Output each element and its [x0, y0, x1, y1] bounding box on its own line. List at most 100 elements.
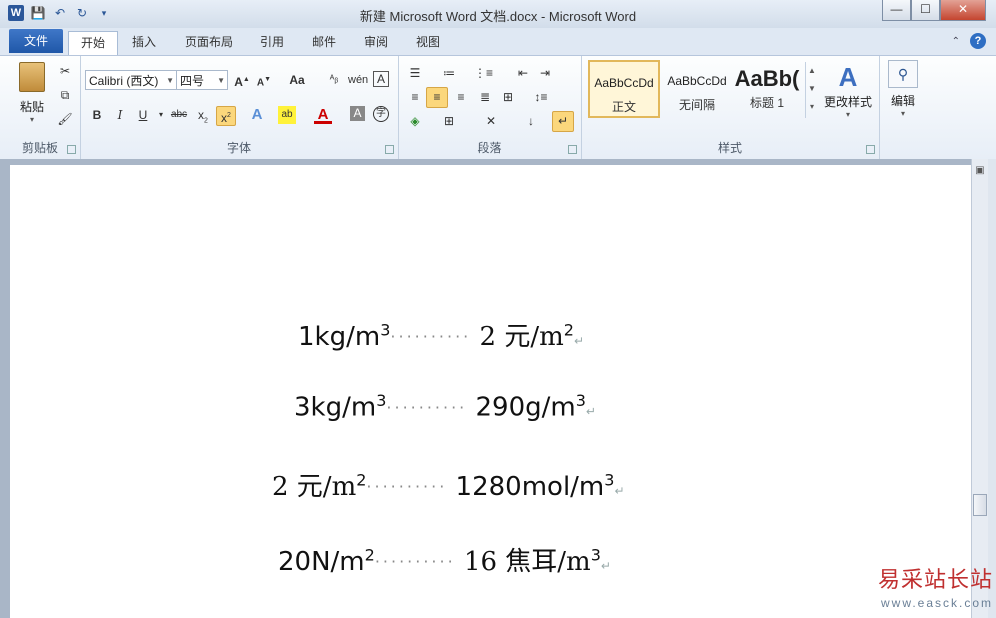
- line-right-sup: 2: [563, 320, 574, 340]
- title-bar: W 💾 ↶ ↻ ▾ 新建 Microsoft Word 文档.docx - Mi…: [0, 0, 996, 28]
- line-left: 3kg/m: [294, 392, 377, 423]
- styles-scroll[interactable]: ▲ ▼ ▾: [805, 62, 818, 118]
- increase-indent-icon[interactable]: ⇥: [536, 64, 554, 82]
- close-button[interactable]: ✕: [940, 0, 986, 21]
- watermark-logo: 易采站长站: [878, 568, 994, 593]
- paragraph-mark: ↵: [585, 404, 596, 419]
- underline-icon[interactable]: U: [134, 106, 152, 124]
- phonetic-guide-icon[interactable]: wén: [348, 71, 368, 89]
- shading-icon[interactable]: ◈: [406, 112, 424, 130]
- leader-dots: ··········: [386, 397, 468, 417]
- maximize-button[interactable]: ☐: [911, 0, 940, 21]
- line-right: 16 焦耳/m: [463, 547, 591, 577]
- style-name: 无间隔: [678, 98, 715, 112]
- ribbon-tabs: 文件 开始 插入 页面布局 引用 邮件 审阅 视图 ⌃ ?: [0, 28, 996, 55]
- group-editing: ⚲ 编辑 ▾: [879, 56, 929, 159]
- decrease-indent-icon[interactable]: ⇤: [514, 64, 532, 82]
- line-left-sup: 2: [356, 470, 367, 490]
- chevron-down-icon: ▾: [900, 109, 905, 118]
- font-launcher-icon[interactable]: [385, 145, 394, 154]
- style-heading-1[interactable]: AaBb( 标题 1: [734, 60, 800, 118]
- show-marks-icon[interactable]: ↵: [552, 111, 574, 132]
- font-color-icon[interactable]: A: [314, 106, 332, 124]
- scrollbar-thumb[interactable]: [973, 494, 987, 516]
- font-size-value: 四号: [180, 74, 205, 88]
- multilevel-list-icon[interactable]: ⋮≡: [474, 64, 493, 82]
- clear-format-icon[interactable]: ᴬᵦ: [325, 71, 343, 89]
- strikethrough-icon[interactable]: abc: [168, 106, 190, 124]
- numbering-icon[interactable]: ≔: [440, 64, 458, 82]
- clipboard-launcher-icon[interactable]: [67, 145, 76, 154]
- group-clipboard: 粘贴 ▾ ✂ ⧉ 🖌 剪贴板: [0, 56, 81, 159]
- bold-icon[interactable]: B: [88, 106, 106, 124]
- format-painter-icon[interactable]: 🖌: [56, 110, 74, 128]
- subscript-icon[interactable]: x2: [194, 106, 212, 124]
- vertical-scrollbar[interactable]: ▣: [971, 159, 989, 618]
- chinese-layout-icon[interactable]: ✕: [482, 112, 500, 130]
- italic-icon[interactable]: I: [111, 106, 129, 124]
- paste-button[interactable]: 粘贴 ▾: [12, 62, 52, 132]
- tab-references[interactable]: 引用: [252, 31, 292, 54]
- tab-mailings[interactable]: 邮件: [304, 31, 344, 54]
- document-page[interactable]: 1kg/m3·········· 2 元/m2↵ 3kg/m3·········…: [10, 165, 971, 618]
- window-right-edge: [988, 159, 996, 618]
- sort-icon[interactable]: ↓: [522, 112, 540, 130]
- align-center-icon[interactable]: ≡: [426, 87, 448, 108]
- styles-launcher-icon[interactable]: [866, 145, 875, 154]
- minimize-button[interactable]: —: [882, 0, 911, 21]
- style-normal[interactable]: AaBbCcDd 正文: [588, 60, 660, 118]
- line-right-sup: 3: [590, 545, 601, 565]
- distributed-icon[interactable]: ⊞: [499, 88, 517, 106]
- char-border-icon[interactable]: A: [373, 71, 389, 87]
- chevron-down-icon: ▼: [166, 76, 174, 85]
- align-right-icon[interactable]: ≡: [452, 88, 470, 106]
- tab-page-layout[interactable]: 页面布局: [176, 31, 242, 54]
- char-shading-icon[interactable]: A: [350, 106, 365, 121]
- document-area: 1kg/m3·········· 2 元/m2↵ 3kg/m3·········…: [0, 159, 971, 618]
- font-size-combo[interactable]: 四号 ▼: [176, 70, 228, 90]
- minimize-ribbon-icon[interactable]: ⌃: [952, 36, 960, 47]
- bullets-icon[interactable]: ☰: [406, 64, 424, 82]
- doc-line-2: 3kg/m3·········· 290g/m3↵: [294, 391, 596, 423]
- text-effects-icon[interactable]: A: [248, 106, 266, 124]
- style-no-spacing[interactable]: AaBbCcDd 无间隔: [661, 60, 733, 118]
- highlight-icon[interactable]: ab: [278, 106, 296, 124]
- change-styles-button[interactable]: A 更改样式 ▾: [821, 62, 875, 119]
- line-left: 20N/m: [278, 547, 365, 577]
- style-name: 正文: [611, 100, 636, 114]
- tab-home[interactable]: 开始: [68, 31, 118, 55]
- line-right: 1280mol/m: [455, 472, 605, 502]
- copy-icon[interactable]: ⧉: [56, 86, 74, 104]
- enclose-char-icon[interactable]: 字: [373, 106, 389, 122]
- line-spacing-icon[interactable]: ↕≡: [532, 88, 550, 106]
- help-icon[interactable]: ?: [970, 33, 986, 49]
- editing-button[interactable]: ⚲ 编辑 ▾: [883, 60, 923, 118]
- doc-line-1: 1kg/m3·········· 2 元/m2↵: [298, 316, 584, 353]
- paragraph-launcher-icon[interactable]: [568, 145, 577, 154]
- chevron-down-icon: ▾: [845, 110, 850, 119]
- line-left: 1kg/m: [298, 322, 381, 352]
- ruler-toggle-icon[interactable]: ▣: [973, 165, 987, 183]
- tab-file[interactable]: 文件: [9, 29, 63, 53]
- align-left-icon[interactable]: ≡: [406, 88, 424, 106]
- doc-line-3: 2 元/m2·········· 1280mol/m3↵: [272, 466, 625, 503]
- binoculars-icon: ⚲: [888, 60, 918, 88]
- font-family-combo[interactable]: Calibri (西文) ▼: [85, 70, 177, 90]
- line-left: 2 元/m: [272, 472, 357, 502]
- paste-icon: [19, 62, 45, 92]
- tab-review[interactable]: 审阅: [356, 31, 396, 54]
- line-left-sup: 3: [376, 391, 387, 410]
- change-case-icon[interactable]: Aa: [285, 71, 309, 89]
- justify-icon[interactable]: ≣: [476, 88, 494, 106]
- grow-font-icon[interactable]: A▲: [233, 71, 251, 89]
- superscript-icon[interactable]: x2: [216, 106, 236, 126]
- borders-icon[interactable]: ⊞: [440, 112, 458, 130]
- cut-icon[interactable]: ✂: [56, 62, 74, 80]
- ribbon: 粘贴 ▾ ✂ ⧉ 🖌 剪贴板 Calibri (西文) ▼ 四号 ▼ A▲ A▼…: [0, 55, 996, 160]
- tab-insert[interactable]: 插入: [122, 31, 166, 54]
- shrink-font-icon[interactable]: A▼: [255, 71, 273, 89]
- tab-view[interactable]: 视图: [408, 31, 448, 54]
- paragraph-mark: ↵: [600, 559, 611, 573]
- paste-dropdown-icon: ▾: [29, 115, 34, 124]
- line-left-sup: 2: [364, 545, 375, 565]
